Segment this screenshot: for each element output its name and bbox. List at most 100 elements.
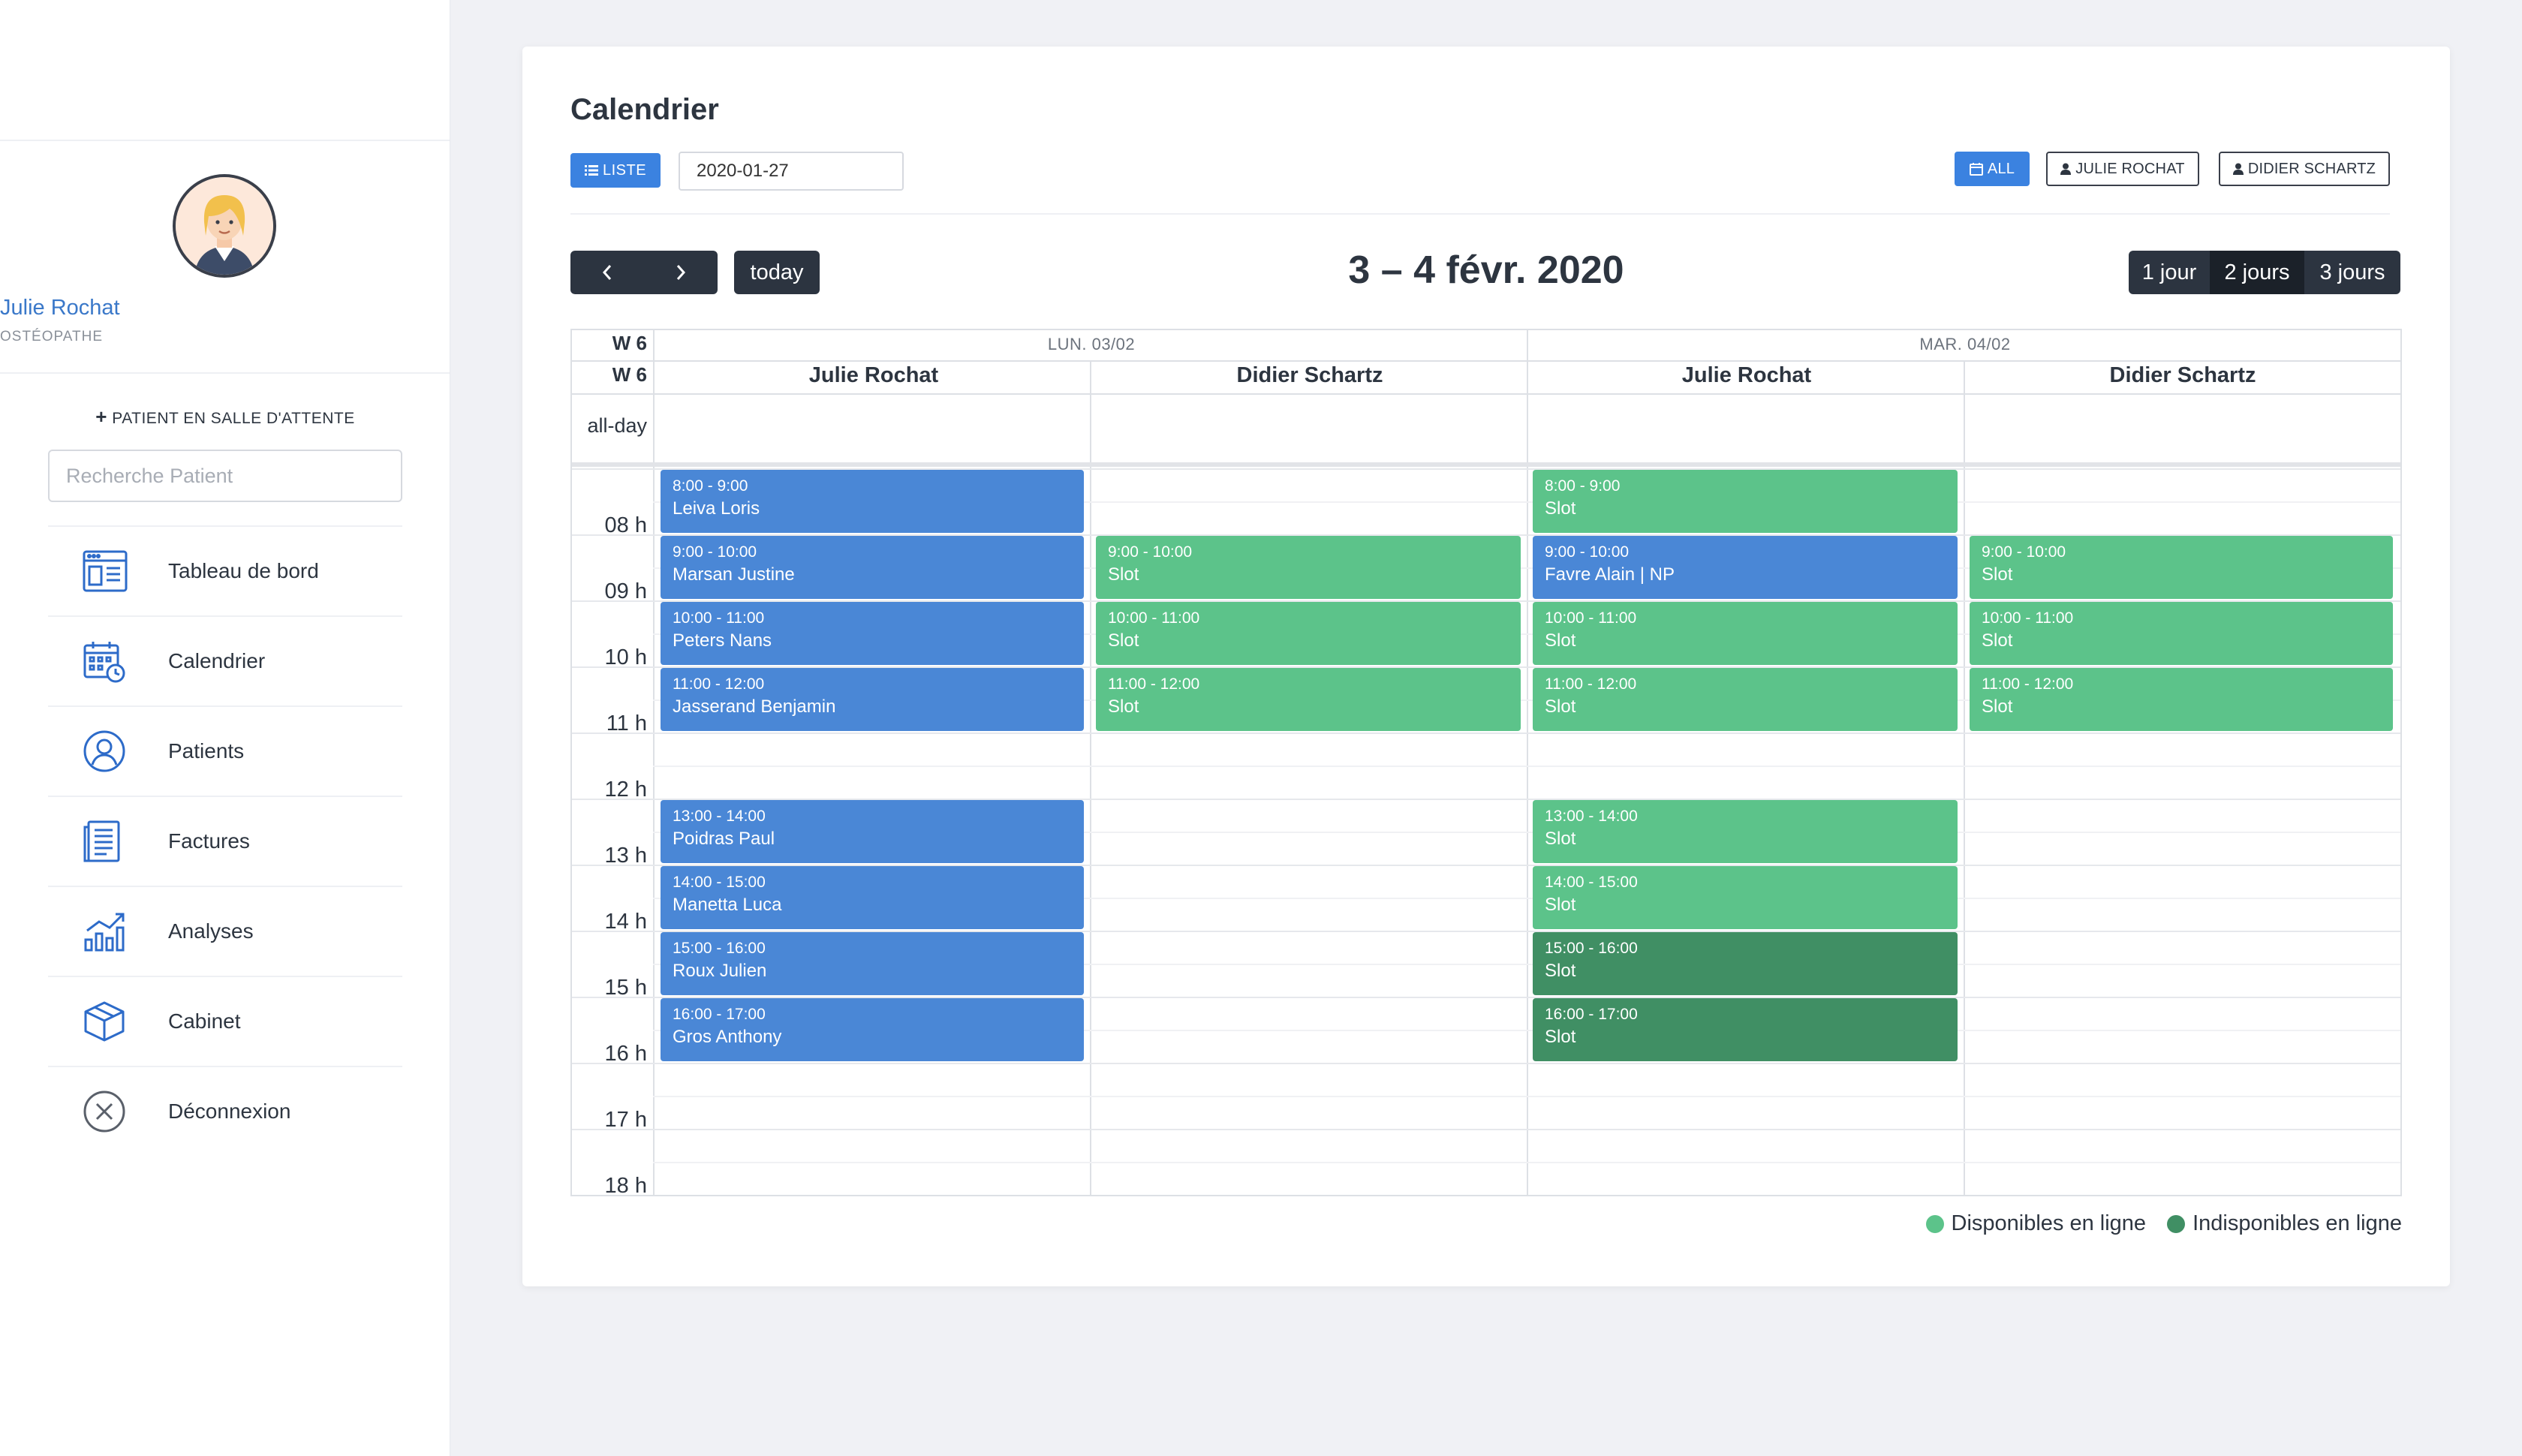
half-hour-line xyxy=(653,766,2400,767)
available-slot[interactable]: 9:00 - 10:00 Slot xyxy=(1096,536,1521,599)
plus-icon: + xyxy=(95,405,107,428)
event-time: 8:00 - 9:00 xyxy=(1545,477,1621,495)
grid-divider xyxy=(572,393,2400,395)
event-title: Slot xyxy=(1982,564,2013,585)
available-slot[interactable]: 11:00 - 12:00 Slot xyxy=(1533,668,1958,731)
filter-all-button[interactable]: ALL xyxy=(1955,152,2030,186)
close-circle-icon xyxy=(48,1090,168,1133)
sidebar-item-label: Analyses xyxy=(168,919,254,943)
user-icon xyxy=(2232,163,2244,175)
event-time: 9:00 - 10:00 xyxy=(1982,543,2066,561)
event-title: Jasserand Benjamin xyxy=(673,696,836,717)
list-icon xyxy=(584,165,598,176)
appointment-event[interactable]: 13:00 - 14:00 Poidras Paul xyxy=(661,800,1084,863)
grid-divider xyxy=(572,462,2400,467)
sidebar-item-label: Cabinet xyxy=(168,1009,241,1033)
calendar-icon xyxy=(1969,163,1983,176)
appointment-event[interactable]: 10:00 - 11:00 Peters Nans xyxy=(661,602,1084,665)
event-time: 16:00 - 17:00 xyxy=(673,1006,766,1023)
grid-divider xyxy=(1964,362,1965,1195)
available-slot[interactable]: 14:00 - 15:00 Slot xyxy=(1533,866,1958,929)
event-title: Slot xyxy=(1545,696,1576,717)
sidebar-item-invoices[interactable]: Factures xyxy=(48,796,402,886)
event-title: Slot xyxy=(1545,1027,1576,1047)
filter-didier-button[interactable]: DIDIER SCHARTZ xyxy=(2219,152,2390,186)
available-slot[interactable]: 10:00 - 11:00 Slot xyxy=(1096,602,1521,665)
half-hour-line xyxy=(653,1096,2400,1097)
page-title: Calendrier xyxy=(570,93,719,126)
event-time: 15:00 - 16:00 xyxy=(1545,940,1638,957)
appointment-event[interactable]: 11:00 - 12:00 Jasserand Benjamin xyxy=(661,668,1084,731)
appointment-event[interactable]: 15:00 - 16:00 Roux Julien xyxy=(661,932,1084,995)
event-title: Slot xyxy=(1545,895,1576,915)
event-time: 11:00 - 12:00 xyxy=(1108,675,1200,693)
calendar-icon xyxy=(48,639,168,683)
filter-didier-label: DIDIER SCHARTZ xyxy=(2247,160,2376,177)
calendar-grid: W 6 W 6 LUN. 03/02 MAR. 04/02 Julie Roch… xyxy=(570,329,2402,1198)
event-title: Manetta Luca xyxy=(673,895,782,915)
event-time: 11:00 - 12:00 xyxy=(1982,675,2074,693)
event-time: 15:00 - 16:00 xyxy=(673,940,766,957)
view-1-day-button[interactable]: 1 jour xyxy=(2129,251,2210,294)
available-slot[interactable]: 8:00 - 9:00 Slot xyxy=(1533,470,1958,533)
available-slot[interactable]: 13:00 - 14:00 Slot xyxy=(1533,800,1958,863)
grid-divider xyxy=(653,330,655,1195)
event-time: 13:00 - 14:00 xyxy=(673,808,766,825)
patient-search-input[interactable] xyxy=(48,450,402,502)
list-view-button[interactable]: LISTE xyxy=(570,153,661,188)
event-time: 11:00 - 12:00 xyxy=(673,675,765,693)
sidebar-item-patients[interactable]: Patients xyxy=(48,705,402,796)
header-divider xyxy=(570,213,2390,215)
event-title: Poidras Paul xyxy=(673,829,775,849)
appointment-event[interactable]: 14:00 - 15:00 Manetta Luca xyxy=(661,866,1084,929)
appointment-event[interactable]: 9:00 - 10:00 Marsan Justine xyxy=(661,536,1084,599)
event-title: Favre Alain | NP xyxy=(1545,564,1675,585)
date-input[interactable] xyxy=(679,152,904,191)
profile-name[interactable]: Julie Rochat xyxy=(0,296,450,320)
event-title: Slot xyxy=(1982,630,2013,651)
user-icon xyxy=(2060,163,2072,175)
available-slot[interactable]: 9:00 - 10:00 Slot xyxy=(1970,536,2393,599)
sidebar-item-cabinet[interactable]: Cabinet xyxy=(48,976,402,1066)
waiting-room-button[interactable]: + PATIENT EN SALLE D'ATTENTE xyxy=(0,405,450,429)
available-slot[interactable]: 15:00 - 16:00 Slot xyxy=(1533,932,1958,995)
sidebar-nav: Tableau de bord Calendrier Patients Fact… xyxy=(48,525,402,1156)
appointment-event[interactable]: 8:00 - 9:00 Leiva Loris xyxy=(661,470,1084,533)
available-slot[interactable]: 10:00 - 11:00 Slot xyxy=(1970,602,2393,665)
event-time: 10:00 - 11:00 xyxy=(1108,609,1200,627)
profile-role: OSTÉOPATHE xyxy=(0,329,104,344)
week-number: W 6 xyxy=(612,332,647,354)
waiting-room-label: PATIENT EN SALLE D'ATTENTE xyxy=(112,410,355,427)
event-time: 8:00 - 9:00 xyxy=(673,477,748,495)
user-circle-icon xyxy=(48,730,168,773)
sidebar-item-logout[interactable]: Déconnexion xyxy=(48,1066,402,1156)
event-time: 11:00 - 12:00 xyxy=(1545,675,1637,693)
sidebar-item-calendar[interactable]: Calendrier xyxy=(48,615,402,705)
all-day-label: all-day xyxy=(587,414,647,437)
available-slot[interactable]: 16:00 - 17:00 Slot xyxy=(1533,998,1958,1061)
event-title: Gros Anthony xyxy=(673,1027,782,1047)
appointment-event[interactable]: 16:00 - 17:00 Gros Anthony xyxy=(661,998,1084,1061)
sidebar-item-dashboard[interactable]: Tableau de bord xyxy=(48,525,402,615)
resource-header: Didier Schartz xyxy=(2109,363,2256,387)
event-title: Slot xyxy=(1545,829,1576,849)
event-title: Roux Julien xyxy=(673,961,767,981)
available-slot[interactable]: 10:00 - 11:00 Slot xyxy=(1533,602,1958,665)
avatar[interactable] xyxy=(173,174,276,278)
appointment-event[interactable]: 9:00 - 10:00 Favre Alain | NP xyxy=(1533,536,1958,599)
sidebar: Julie Rochat OSTÉOPATHE + PATIENT EN SAL… xyxy=(0,0,450,1456)
day-header-tue: MAR. 04/02 xyxy=(1919,335,2011,353)
event-title: Slot xyxy=(1545,961,1576,981)
event-title: Slot xyxy=(1545,498,1576,519)
hour-line xyxy=(572,1129,2400,1130)
half-hour-line xyxy=(653,1162,2400,1163)
view-3-days-button[interactable]: 3 jours xyxy=(2304,251,2400,294)
available-slot[interactable]: 11:00 - 12:00 Slot xyxy=(1970,668,2393,731)
available-slot[interactable]: 11:00 - 12:00 Slot xyxy=(1096,668,1521,731)
box-icon xyxy=(48,1000,168,1043)
sidebar-item-analyses[interactable]: Analyses xyxy=(48,886,402,976)
view-2-days-button[interactable]: 2 jours xyxy=(2210,251,2304,294)
event-time: 9:00 - 10:00 xyxy=(1108,543,1193,561)
hour-line xyxy=(572,733,2400,734)
filter-julie-button[interactable]: JULIE ROCHAT xyxy=(2046,152,2199,186)
